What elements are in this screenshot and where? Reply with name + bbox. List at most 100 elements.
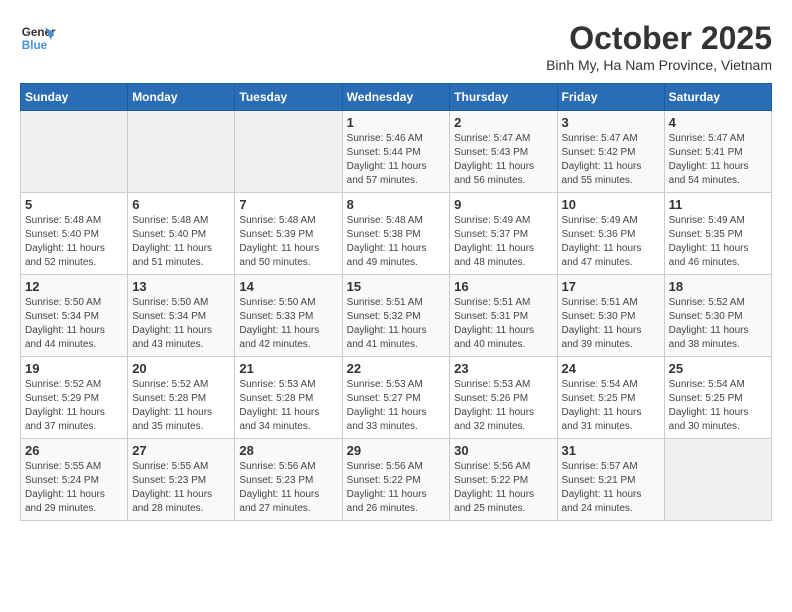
day-info: Sunrise: 5:52 AM Sunset: 5:29 PM Dayligh… bbox=[25, 378, 123, 434]
col-sunday: Sunday bbox=[21, 84, 128, 111]
calendar-cell: 13Sunrise: 5:50 AM Sunset: 5:34 PM Dayli… bbox=[128, 275, 235, 357]
title-block: October 2025 Binh My, Ha Nam Province, V… bbox=[546, 20, 772, 73]
calendar-cell: 26 Sunrise: 5:55 AM Sunset: 5:24 PM Dayli… bbox=[21, 439, 128, 521]
day-info: Sunrise: 5:49 AM Sunset: 5:35 PM Dayligh… bbox=[669, 214, 767, 270]
calendar-cell: 23Sunrise: 5:53 AM Sunset: 5:26 PM Dayli… bbox=[450, 357, 557, 439]
day-number: 25 bbox=[669, 361, 767, 376]
calendar-cell: 18Sunrise: 5:52 AM Sunset: 5:30 PM Dayli… bbox=[664, 275, 771, 357]
day-number: 27 bbox=[132, 443, 230, 458]
day-info: Sunrise: 5:48 AM Sunset: 5:40 PM Dayligh… bbox=[132, 214, 230, 270]
calendar-cell: 3 Sunrise: 5:47 AM Sunset: 5:42 PM Daylig… bbox=[557, 111, 664, 193]
col-thursday: Thursday bbox=[450, 84, 557, 111]
day-info: Sunrise: 5:46 AM Sunset: 5:44 PM Dayligh… bbox=[347, 132, 446, 188]
calendar-cell: 8 Sunrise: 5:48 AM Sunset: 5:38 PM Daylig… bbox=[342, 193, 450, 275]
calendar-cell: 16 Sunrise: 5:51 AM Sunset: 5:31 PM Dayli… bbox=[450, 275, 557, 357]
calendar-cell: 30Sunrise: 5:56 AM Sunset: 5:22 PM Dayli… bbox=[450, 439, 557, 521]
calendar-cell: 7 Sunrise: 5:48 AM Sunset: 5:39 PM Daylig… bbox=[235, 193, 342, 275]
calendar-week-5: 26 Sunrise: 5:55 AM Sunset: 5:24 PM Dayli… bbox=[21, 439, 772, 521]
day-info: Sunrise: 5:54 AM Sunset: 5:25 PM Dayligh… bbox=[562, 378, 660, 434]
calendar-cell: 4 Sunrise: 5:47 AM Sunset: 5:41 PM Daylig… bbox=[664, 111, 771, 193]
day-number: 14 bbox=[239, 279, 337, 294]
col-wednesday: Wednesday bbox=[342, 84, 450, 111]
day-number: 22 bbox=[347, 361, 446, 376]
calendar-week-2: 5 Sunrise: 5:48 AM Sunset: 5:40 PM Daylig… bbox=[21, 193, 772, 275]
day-number: 20 bbox=[132, 361, 230, 376]
col-saturday: Saturday bbox=[664, 84, 771, 111]
calendar-cell: 14Sunrise: 5:50 AM Sunset: 5:33 PM Dayli… bbox=[235, 275, 342, 357]
col-tuesday: Tuesday bbox=[235, 84, 342, 111]
day-info: Sunrise: 5:55 AM Sunset: 5:23 PM Dayligh… bbox=[132, 460, 230, 516]
day-info: Sunrise: 5:48 AM Sunset: 5:39 PM Dayligh… bbox=[239, 214, 337, 270]
day-number: 12 bbox=[25, 279, 123, 294]
calendar-cell: 5 Sunrise: 5:48 AM Sunset: 5:40 PM Daylig… bbox=[21, 193, 128, 275]
day-number: 17 bbox=[562, 279, 660, 294]
day-number: 1 bbox=[347, 115, 446, 130]
day-number: 19 bbox=[25, 361, 123, 376]
day-number: 18 bbox=[669, 279, 767, 294]
calendar-cell: 6 Sunrise: 5:48 AM Sunset: 5:40 PM Daylig… bbox=[128, 193, 235, 275]
day-info: Sunrise: 5:56 AM Sunset: 5:23 PM Dayligh… bbox=[239, 460, 337, 516]
calendar-cell: 19 Sunrise: 5:52 AM Sunset: 5:29 PM Dayli… bbox=[21, 357, 128, 439]
calendar-week-4: 19 Sunrise: 5:52 AM Sunset: 5:29 PM Dayli… bbox=[21, 357, 772, 439]
calendar-cell bbox=[664, 439, 771, 521]
day-info: Sunrise: 5:51 AM Sunset: 5:31 PM Dayligh… bbox=[454, 296, 552, 352]
logo-icon: General Blue bbox=[20, 20, 56, 56]
calendar-cell: 28Sunrise: 5:56 AM Sunset: 5:23 PM Dayli… bbox=[235, 439, 342, 521]
calendar-cell: 21Sunrise: 5:53 AM Sunset: 5:28 PM Dayli… bbox=[235, 357, 342, 439]
day-number: 31 bbox=[562, 443, 660, 458]
day-info: Sunrise: 5:47 AM Sunset: 5:42 PM Dayligh… bbox=[562, 132, 660, 188]
calendar-table: Sunday Monday Tuesday Wednesday Thursday… bbox=[20, 83, 772, 521]
day-info: Sunrise: 5:51 AM Sunset: 5:32 PM Dayligh… bbox=[347, 296, 446, 352]
day-number: 9 bbox=[454, 197, 552, 212]
day-info: Sunrise: 5:55 AM Sunset: 5:24 PM Dayligh… bbox=[25, 460, 123, 516]
day-number: 30 bbox=[454, 443, 552, 458]
day-number: 26 bbox=[25, 443, 123, 458]
day-number: 29 bbox=[347, 443, 446, 458]
calendar-cell: 24Sunrise: 5:54 AM Sunset: 5:25 PM Dayli… bbox=[557, 357, 664, 439]
day-info: Sunrise: 5:52 AM Sunset: 5:28 PM Dayligh… bbox=[132, 378, 230, 434]
calendar-week-1: 1 Sunrise: 5:46 AM Sunset: 5:44 PM Daylig… bbox=[21, 111, 772, 193]
day-info: Sunrise: 5:53 AM Sunset: 5:27 PM Dayligh… bbox=[347, 378, 446, 434]
day-number: 16 bbox=[454, 279, 552, 294]
day-number: 23 bbox=[454, 361, 552, 376]
logo: General Blue bbox=[20, 20, 56, 56]
day-number: 5 bbox=[25, 197, 123, 212]
day-info: Sunrise: 5:51 AM Sunset: 5:30 PM Dayligh… bbox=[562, 296, 660, 352]
day-number: 13 bbox=[132, 279, 230, 294]
day-info: Sunrise: 5:49 AM Sunset: 5:37 PM Dayligh… bbox=[454, 214, 552, 270]
calendar-cell: 20 Sunrise: 5:52 AM Sunset: 5:28 PM Dayli… bbox=[128, 357, 235, 439]
col-friday: Friday bbox=[557, 84, 664, 111]
calendar-cell: 11 Sunrise: 5:49 AM Sunset: 5:35 PM Dayli… bbox=[664, 193, 771, 275]
day-info: Sunrise: 5:48 AM Sunset: 5:40 PM Dayligh… bbox=[25, 214, 123, 270]
day-number: 11 bbox=[669, 197, 767, 212]
day-info: Sunrise: 5:47 AM Sunset: 5:41 PM Dayligh… bbox=[669, 132, 767, 188]
calendar-cell bbox=[128, 111, 235, 193]
day-number: 8 bbox=[347, 197, 446, 212]
day-number: 3 bbox=[562, 115, 660, 130]
calendar-cell: 9 Sunrise: 5:49 AM Sunset: 5:37 PM Daylig… bbox=[450, 193, 557, 275]
day-info: Sunrise: 5:48 AM Sunset: 5:38 PM Dayligh… bbox=[347, 214, 446, 270]
day-number: 10 bbox=[562, 197, 660, 212]
day-info: Sunrise: 5:54 AM Sunset: 5:25 PM Dayligh… bbox=[669, 378, 767, 434]
day-number: 7 bbox=[239, 197, 337, 212]
calendar-cell bbox=[235, 111, 342, 193]
calendar-cell: 25 Sunrise: 5:54 AM Sunset: 5:25 PM Dayli… bbox=[664, 357, 771, 439]
header-row: Sunday Monday Tuesday Wednesday Thursday… bbox=[21, 84, 772, 111]
calendar-cell: 31Sunrise: 5:57 AM Sunset: 5:21 PM Dayli… bbox=[557, 439, 664, 521]
calendar-cell: 12 Sunrise: 5:50 AM Sunset: 5:34 PM Dayli… bbox=[21, 275, 128, 357]
calendar-cell: 15 Sunrise: 5:51 AM Sunset: 5:32 PM Dayli… bbox=[342, 275, 450, 357]
calendar-cell: 17 Sunrise: 5:51 AM Sunset: 5:30 PM Dayli… bbox=[557, 275, 664, 357]
location-subtitle: Binh My, Ha Nam Province, Vietnam bbox=[546, 57, 772, 73]
day-number: 15 bbox=[347, 279, 446, 294]
day-info: Sunrise: 5:49 AM Sunset: 5:36 PM Dayligh… bbox=[562, 214, 660, 270]
calendar-week-3: 12 Sunrise: 5:50 AM Sunset: 5:34 PM Dayli… bbox=[21, 275, 772, 357]
day-info: Sunrise: 5:50 AM Sunset: 5:34 PM Dayligh… bbox=[25, 296, 123, 352]
day-number: 4 bbox=[669, 115, 767, 130]
day-info: Sunrise: 5:47 AM Sunset: 5:43 PM Dayligh… bbox=[454, 132, 552, 188]
day-number: 6 bbox=[132, 197, 230, 212]
day-number: 21 bbox=[239, 361, 337, 376]
calendar-cell: 29Sunrise: 5:56 AM Sunset: 5:22 PM Dayli… bbox=[342, 439, 450, 521]
svg-text:Blue: Blue bbox=[22, 39, 48, 52]
calendar-cell: 1 Sunrise: 5:46 AM Sunset: 5:44 PM Daylig… bbox=[342, 111, 450, 193]
month-title: October 2025 bbox=[546, 20, 772, 57]
